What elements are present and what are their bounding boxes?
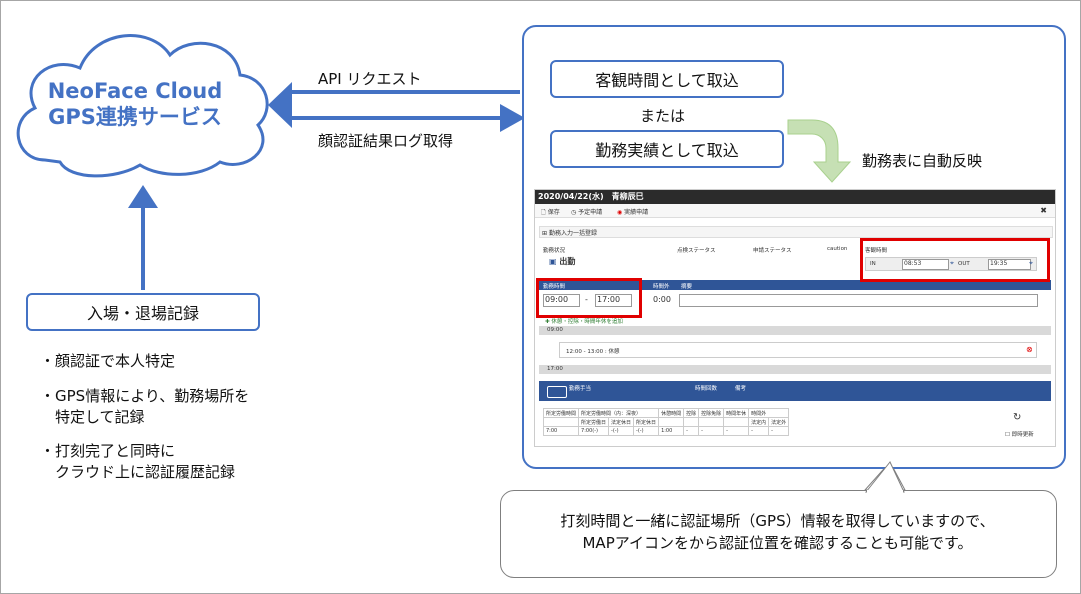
- refresh-icon[interactable]: ↻: [1013, 412, 1021, 423]
- callout-text: 打刻時間と一緒に認証場所（GPS）情報を取得していますので、 MAPアイコンをか…: [560, 512, 995, 552]
- caution-header: caution: [827, 246, 848, 252]
- summary-table: 所定労働時間 所定労働時間（内：深夜） 休憩時間 控除 控除免除 時間年休 時間外 所定労働…: [542, 408, 790, 436]
- work-status-value: ▣ 出勤: [549, 257, 576, 266]
- add-break-link[interactable]: ✚ 休憩・控除・時間年休を追加: [545, 317, 623, 325]
- callout-pointer: [864, 461, 905, 494]
- time-1700-bar: 17:00: [539, 365, 1051, 374]
- time-0900-bar: 09:00: [539, 326, 1051, 335]
- check-status-header: 点検ステータス: [677, 248, 716, 254]
- plan-apply-button[interactable]: ◷ 予定申請: [571, 207, 602, 216]
- work-time-highlight: [536, 278, 642, 318]
- work-status-header: 勤務状況: [543, 248, 566, 254]
- timesheet-toolbar: 🗋 保存 ◷ 予定申請 ◉ 実績申請 ✖: [535, 204, 1055, 218]
- instant-update-toggle[interactable]: ☐ 即時更新: [1005, 430, 1034, 438]
- objective-time-highlight: [860, 238, 1050, 282]
- or-label: または: [640, 107, 686, 125]
- delete-break-icon[interactable]: ⊗: [1026, 345, 1033, 354]
- overtime-value: 0:00: [653, 295, 671, 304]
- allowance-bar: 勤務手当 時間回数 備考: [539, 381, 1051, 401]
- objective-time-option: 客観時間として取込: [550, 60, 784, 98]
- auto-reflect-label: 勤務表に自動反映: [862, 152, 983, 170]
- apply-status-header: 申請ステータス: [753, 248, 792, 254]
- actual-apply-button[interactable]: ◉ 実績申請: [617, 207, 648, 216]
- memo-input[interactable]: [679, 294, 1038, 307]
- close-icon[interactable]: ✖: [1040, 206, 1047, 215]
- timesheet-title-bar: 2020/04/22(水) 青柳辰巳: [535, 190, 1055, 204]
- break-row[interactable]: 12:00 - 13:00 : 休憩 ⊗: [559, 342, 1037, 358]
- save-button[interactable]: 🗋 保存: [541, 207, 560, 218]
- actual-work-option: 勤務実績として取込: [550, 130, 784, 168]
- timesheet-screenshot: 2020/04/22(水) 青柳辰巳 🗋 保存 ◷ 予定申請 ◉ 実績申請 ✖ …: [534, 189, 1056, 447]
- allowance-checkbox[interactable]: [547, 386, 567, 398]
- bulk-entry-section[interactable]: ⊞ 勤務入力一括登録: [539, 226, 1053, 238]
